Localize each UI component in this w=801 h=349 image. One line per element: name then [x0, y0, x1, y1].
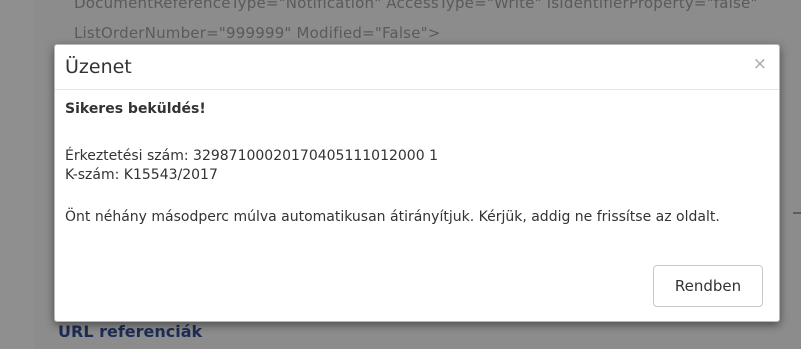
background-xml-line: DocumentReferenceType="Notification" Acc…: [74, 0, 758, 12]
close-icon[interactable]: ×: [753, 56, 767, 73]
background-xml-line: ListOrderNumber="999999" Modified="False…: [74, 24, 441, 42]
url-references-link[interactable]: URL referenciák: [58, 322, 202, 341]
redirect-notice: Önt néhány másodperc múlva automatikusan…: [65, 209, 720, 225]
ok-button[interactable]: Rendben: [653, 265, 763, 307]
background-divider: [793, 212, 801, 214]
registration-number: Érkeztetési szám: 3298710002017040511101…: [65, 148, 438, 164]
success-message: Sikeres beküldés!: [65, 101, 206, 117]
dialog-title: Üzenet: [65, 56, 132, 78]
dialog-header: Üzenet ×: [55, 45, 779, 90]
message-dialog: Üzenet × Sikeres beküldés! Érkeztetési s…: [54, 44, 780, 322]
k-number: K-szám: K15543/2017: [65, 167, 218, 183]
